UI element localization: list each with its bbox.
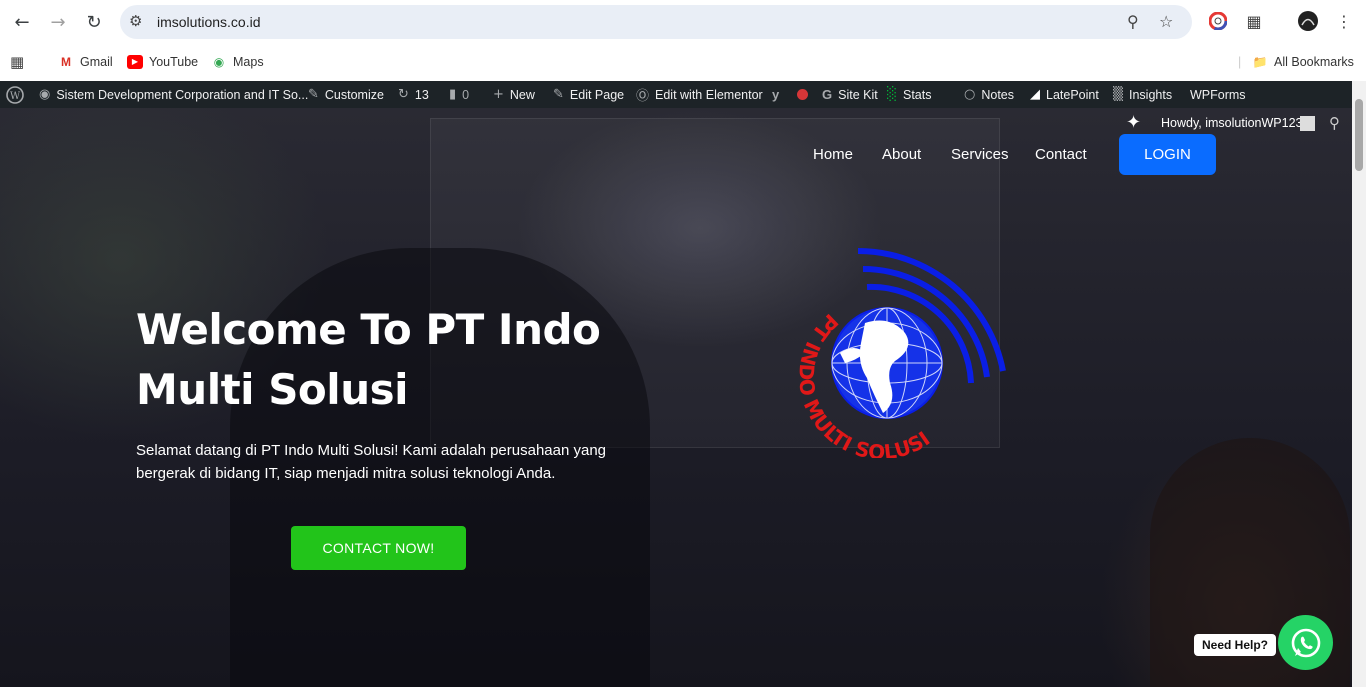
headline-line-1: Welcome To PT Indo: [136, 305, 601, 354]
whatsapp-button[interactable]: [1278, 615, 1333, 670]
address-bar[interactable]: ⚙ imsolutions.co.id ⚲ ☆: [120, 5, 1192, 39]
brush-icon: ✎: [308, 87, 319, 102]
new-label: New: [509, 87, 535, 102]
bookmark-label: Gmail: [80, 55, 113, 69]
notes-label: Notes: [981, 87, 1014, 102]
nav-services[interactable]: Services: [951, 146, 1009, 163]
admin-wpforms[interactable]: WPForms: [1190, 81, 1246, 108]
wordpress-logo-icon[interactable]: W: [6, 81, 24, 108]
elementor-icon: Ⓞ: [636, 89, 650, 104]
maps-icon: ◉: [213, 55, 225, 69]
bookmarks-bar: ▦ M Gmail ▶ YouTube ◉ Maps | 📁 All Bookm…: [0, 44, 1366, 81]
gmail-icon: M: [61, 55, 71, 69]
admin-insights[interactable]: ▒ Insights: [1113, 81, 1172, 108]
browser-chrome: ← → ↻ ⚙ imsolutions.co.id ⚲ ☆ ▦ ⋮ ▦ M Gm…: [0, 0, 1366, 81]
latepoint-icon: ◢: [1030, 87, 1040, 102]
star-icon[interactable]: ☆: [1159, 12, 1173, 31]
company-logo: PT INDO MULTI SOLUSI: [794, 243, 1015, 464]
zoom-icon[interactable]: ⚲: [1127, 12, 1139, 31]
pencil-icon: ✎: [553, 87, 564, 102]
updates-icon: ↻: [398, 87, 409, 102]
dashboard-icon: ◉: [39, 87, 51, 102]
insights-bars-icon: ▒: [1113, 87, 1123, 102]
comment-icon: ▮: [449, 87, 457, 102]
admin-latepoint[interactable]: ◢ LatePoint: [1030, 81, 1099, 108]
admin-notes[interactable]: ○ Notes: [964, 81, 1014, 108]
user-avatar[interactable]: [1300, 116, 1315, 131]
reload-icon[interactable]: ↻: [82, 10, 106, 34]
all-bookmarks[interactable]: 📁 All Bookmarks: [1252, 51, 1354, 73]
admin-customize[interactable]: ✎ Customize: [308, 81, 384, 108]
yoast-icon[interactable]: y: [772, 81, 785, 108]
notes-icon: ○: [964, 87, 976, 102]
chrome-color-extension-icon[interactable]: [1207, 10, 1229, 32]
menu-kebab-icon[interactable]: ⋮: [1333, 10, 1355, 32]
site-kit-label: Site Kit: [838, 87, 878, 102]
scrollbar-thumb[interactable]: [1355, 99, 1363, 171]
contact-now-button[interactable]: CONTACT NOW!: [291, 526, 466, 570]
admin-updates[interactable]: ↻ 13: [398, 81, 429, 108]
wpforms-label: WPForms: [1190, 87, 1246, 102]
toolbar: ← → ↻ ⚙ imsolutions.co.id ⚲ ☆ ▦ ⋮: [0, 0, 1366, 44]
bookmark-label: YouTube: [149, 55, 199, 69]
nav-about[interactable]: About: [882, 146, 921, 163]
admin-search-icon[interactable]: ⚲: [1329, 114, 1340, 132]
updates-count: 13: [414, 87, 429, 102]
hero-headline: Welcome To PT Indo Multi Solusi: [136, 300, 656, 420]
need-help-label[interactable]: Need Help?: [1194, 634, 1277, 656]
bookmarks-divider: |: [1238, 55, 1242, 69]
latepoint-label: LatePoint: [1046, 87, 1099, 102]
back-arrow-icon[interactable]: ←: [10, 10, 34, 34]
stats-bars-icon: ░: [887, 87, 897, 102]
howdy-user[interactable]: Howdy, imsolutionWP123: [1161, 116, 1303, 130]
whatsapp-icon: [1291, 628, 1320, 657]
admin-stats[interactable]: ░ Stats: [887, 81, 932, 108]
admin-new[interactable]: + New: [493, 81, 535, 108]
youtube-icon: ▶: [127, 55, 143, 69]
wp-admin-bar: W ◉ Sistem Development Corporation and I…: [0, 81, 1366, 108]
customize-label: Customize: [324, 87, 384, 102]
edit-elementor-label: Edit with Elementor: [655, 87, 763, 102]
profile-avatar[interactable]: [1297, 10, 1319, 32]
all-bookmarks-label: All Bookmarks: [1274, 55, 1354, 69]
headline-line-2: Multi Solusi: [136, 365, 408, 414]
stats-label: Stats: [903, 87, 932, 102]
site-name-label: Sistem Development Corporation and IT So…: [56, 87, 309, 102]
bookmark-maps[interactable]: ◉ Maps: [211, 51, 264, 73]
hero-section: ✦ Howdy, imsolutionWP123 ⚲ Home About Se…: [0, 108, 1352, 687]
comments-count: 0: [462, 87, 470, 102]
admin-edit-page[interactable]: ✎ Edit Page: [553, 81, 624, 108]
extensions-puzzle-icon[interactable]: ▦: [1243, 10, 1265, 32]
bookmark-youtube[interactable]: ▶ YouTube: [127, 51, 198, 73]
nav-home[interactable]: Home: [813, 146, 853, 163]
hero-subtext: Selamat datang di PT Indo Multi Solusi! …: [136, 442, 607, 482]
admin-comments[interactable]: ▮ 0: [449, 81, 469, 108]
admin-site-name[interactable]: ◉ Sistem Development Corporation and IT …: [39, 81, 308, 108]
edit-page-label: Edit Page: [569, 87, 625, 102]
site-info-icon[interactable]: ⚙: [129, 12, 142, 30]
google-g-icon: G: [822, 87, 833, 102]
nav-contact[interactable]: Contact: [1035, 146, 1087, 163]
admin-site-kit[interactable]: G Site Kit: [822, 81, 878, 108]
status-dot-icon[interactable]: [797, 81, 808, 108]
login-button[interactable]: LOGIN: [1119, 134, 1216, 175]
folder-icon: 📁: [1252, 55, 1268, 69]
plus-icon: +: [493, 87, 504, 102]
admin-edit-elementor[interactable]: Ⓞ Edit with Elementor: [636, 81, 763, 108]
apps-grid-icon[interactable]: ▦: [10, 51, 24, 73]
url-text: imsolutions.co.id: [157, 14, 261, 30]
page-scrollbar[interactable]: [1352, 81, 1366, 687]
forward-arrow-icon[interactable]: →: [46, 10, 70, 34]
bookmark-gmail[interactable]: M Gmail: [58, 51, 113, 73]
insights-label: Insights: [1129, 87, 1173, 102]
svg-text:W: W: [10, 91, 21, 102]
ai-sparkle-icon[interactable]: ✦: [1126, 112, 1141, 133]
bookmark-label: Maps: [233, 55, 264, 69]
